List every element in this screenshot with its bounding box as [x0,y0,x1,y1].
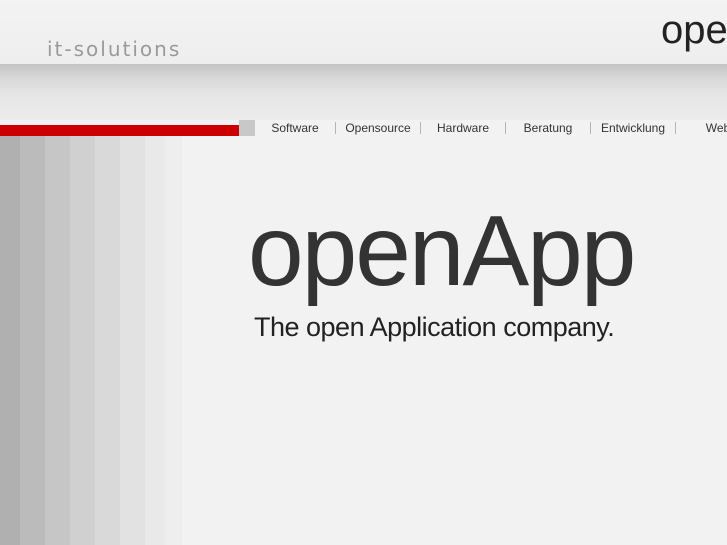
slogan: The open Application company. [254,312,615,342]
main-nav: Software Opensource Hardware Beratung En… [255,120,727,136]
brand-logo-partial[interactable]: ope [661,6,727,54]
nav-item-opensource[interactable]: Opensource [336,120,420,136]
tagline: it-solutions [47,37,182,61]
header-band [0,64,727,120]
nav-item-hardware[interactable]: Hardware [421,120,505,136]
header: it-solutions ope [0,0,727,64]
nav-item-web[interactable]: Web [676,120,727,136]
side-decoration [0,120,182,545]
nav-spacer [239,120,255,136]
accent-bar [0,125,239,136]
page: it-solutions ope Software Opensource Har… [0,0,727,545]
nav-item-beratung[interactable]: Beratung [506,120,590,136]
main-logo: openApp [248,195,636,307]
nav-item-software[interactable]: Software [255,120,335,136]
nav-item-entwicklung[interactable]: Entwicklung [591,120,675,136]
